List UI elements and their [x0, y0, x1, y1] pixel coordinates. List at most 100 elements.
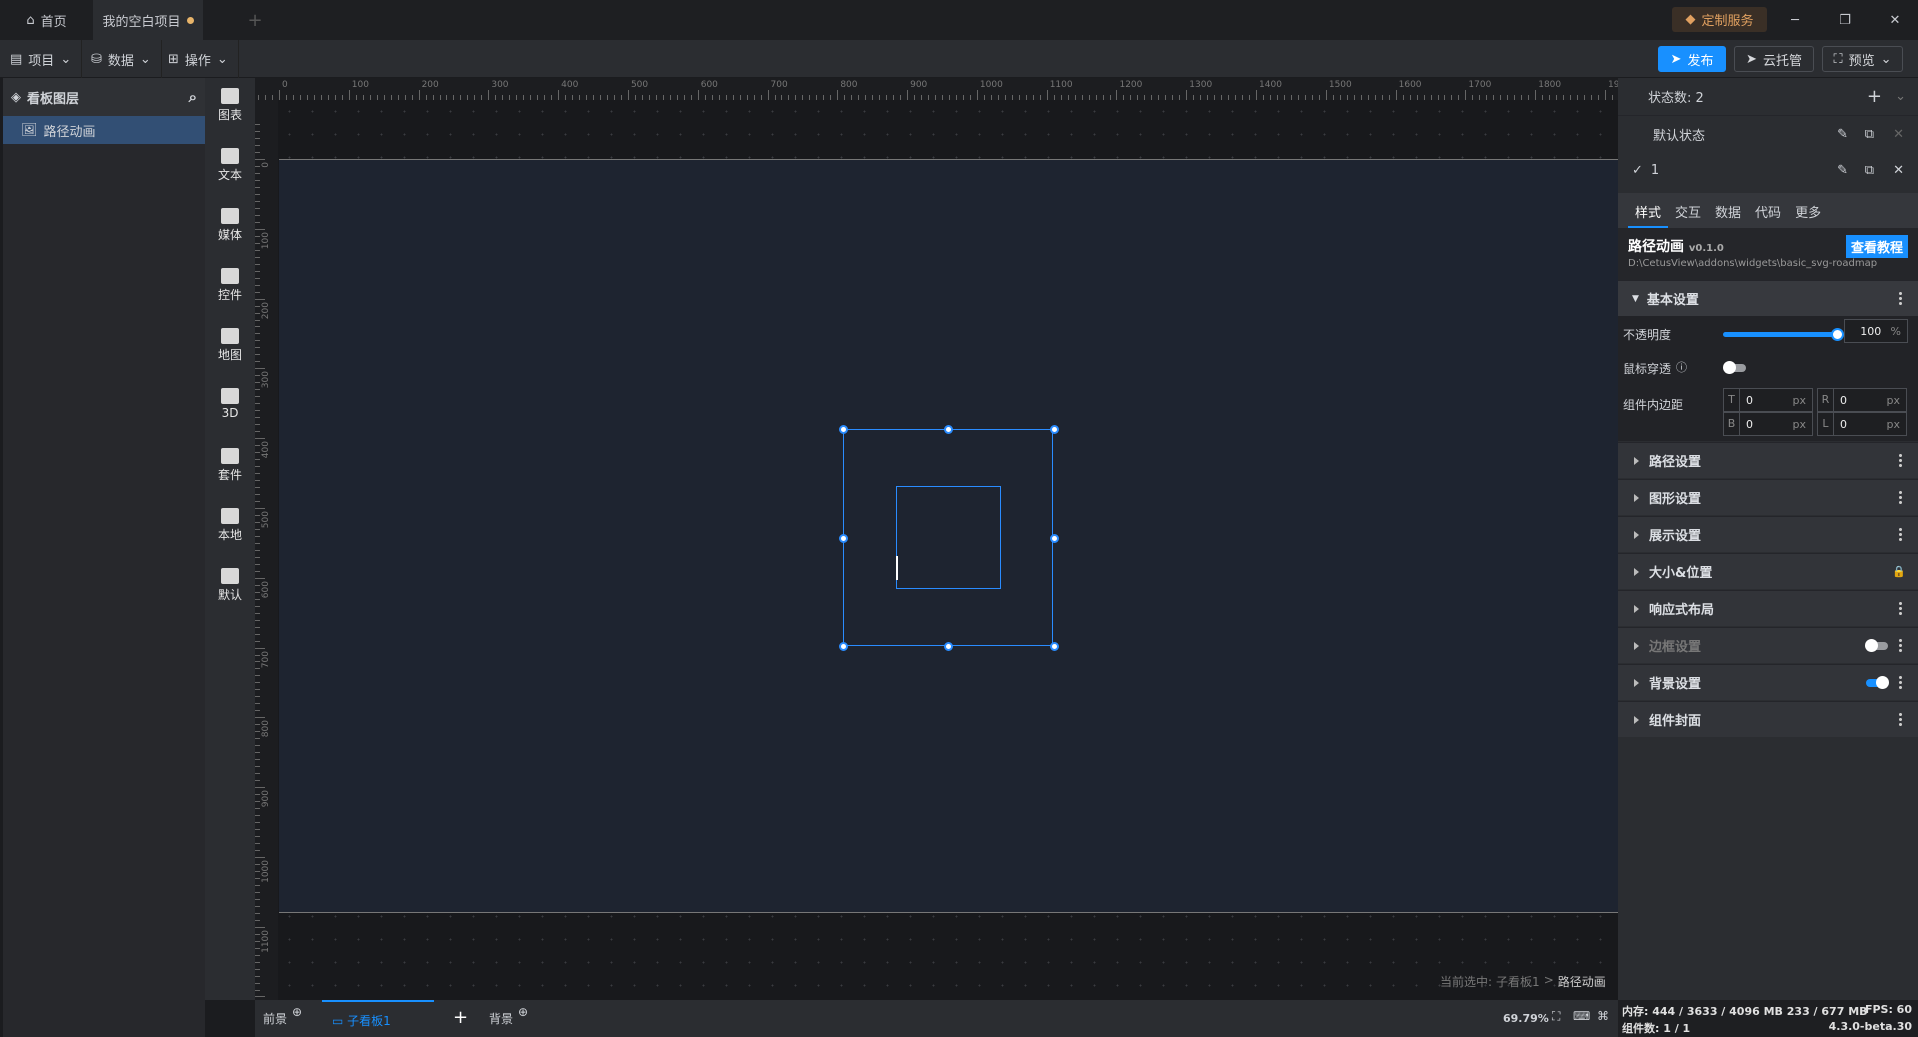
component-category[interactable]: 图表 — [205, 88, 255, 123]
breadcrumb-board[interactable]: 子看板1 — [1496, 973, 1540, 990]
more-icon[interactable] — [1899, 675, 1902, 690]
resize-handle[interactable] — [838, 533, 848, 543]
component-category[interactable]: 默认 — [205, 568, 255, 603]
section-header[interactable]: 展示设置 — [1618, 516, 1918, 552]
ruler-tick — [255, 919, 260, 921]
resize-handle[interactable] — [1049, 641, 1059, 651]
add-state-icon[interactable]: + — [1867, 86, 1882, 107]
tab-subboard[interactable]: ▭ 子看板1 — [322, 1000, 434, 1037]
resize-handle[interactable] — [1049, 424, 1059, 434]
fit-screen-icon[interactable]: ⛶ — [1552, 1009, 1560, 1024]
caret-right-icon — [1634, 493, 1639, 502]
section-header[interactable]: 路径设置 — [1618, 442, 1918, 478]
more-icon[interactable] — [1899, 291, 1902, 306]
state-1[interactable]: ✓ 1 ✎ ⧉ ✕ — [1618, 152, 1918, 188]
component-category[interactable]: 3D — [205, 388, 255, 420]
path-animation-widget[interactable] — [896, 486, 1001, 589]
ruler-label: 900 — [261, 790, 271, 808]
padding-top-input[interactable]: T 0 px — [1723, 388, 1813, 412]
add-circle-icon[interactable]: ⊕ — [518, 1005, 528, 1019]
section-header[interactable]: 大小&位置 🔒 — [1618, 553, 1918, 589]
component-category[interactable]: 文本 — [205, 148, 255, 183]
panel-tab[interactable]: 数据 — [1708, 193, 1748, 228]
resize-handle[interactable] — [838, 424, 848, 434]
opacity-input[interactable]: 100% — [1844, 319, 1908, 343]
component-category[interactable]: 控件 — [205, 268, 255, 303]
section-header[interactable]: 组件封面 — [1618, 701, 1918, 737]
panel-tab[interactable]: 代码 — [1748, 193, 1788, 228]
restore-button[interactable]: ❐ — [1830, 0, 1860, 40]
lock-icon[interactable]: 🔒 — [1892, 565, 1906, 578]
menu-ops[interactable]: ⊞ 操作 ⌄ — [158, 40, 239, 78]
section-toggle[interactable] — [1865, 639, 1888, 652]
ruler-tick — [255, 277, 260, 279]
section-header[interactable]: 背景设置 — [1618, 664, 1918, 700]
resize-handle[interactable] — [943, 641, 953, 651]
resize-handle[interactable] — [1049, 533, 1059, 543]
zoom-level[interactable]: 69.79% — [1503, 1012, 1549, 1025]
component-category[interactable]: 套件 — [205, 448, 255, 483]
minimize-button[interactable]: ─ — [1780, 0, 1810, 40]
layer-item[interactable]: 🖼 路径动画 — [3, 116, 205, 144]
more-icon[interactable] — [1899, 490, 1902, 505]
padding-right-input[interactable]: R 0 px — [1817, 388, 1907, 412]
layer-item-label: 路径动画 — [43, 124, 96, 140]
panel-tab[interactable]: 样式 — [1628, 193, 1669, 228]
search-icon[interactable]: ⌕ — [189, 88, 197, 106]
section-toggle[interactable] — [1866, 676, 1889, 689]
canvas[interactable] — [279, 159, 1619, 913]
add-circle-icon[interactable]: ⊕ — [292, 1005, 302, 1019]
selection-box[interactable] — [843, 429, 1053, 646]
mouse-through-toggle[interactable] — [1723, 361, 1746, 374]
more-icon[interactable] — [1899, 712, 1902, 727]
slider-thumb[interactable] — [1831, 328, 1844, 341]
add-board-button[interactable]: + — [453, 1007, 468, 1028]
ruler-tick — [255, 298, 265, 300]
section-header[interactable]: 响应式布局 — [1618, 590, 1918, 626]
tab-foreground[interactable]: 前景 ⊕ — [263, 1005, 302, 1027]
component-category[interactable]: 地图 — [205, 328, 255, 363]
delete-icon[interactable]: ✕ — [1893, 127, 1904, 142]
cloud-button[interactable]: ➤ 云托管 — [1734, 46, 1814, 72]
category-icon — [221, 88, 239, 104]
menu-project[interactable]: ▤ 项目 ⌄ — [0, 40, 83, 78]
tab-background[interactable]: 背景 ⊕ — [489, 1005, 528, 1027]
chevron-down-icon: ⌄ — [1880, 51, 1892, 67]
terminal-icon[interactable]: ⌘ — [1597, 1009, 1609, 1023]
help-icon[interactable]: ⓘ — [1676, 359, 1687, 375]
copy-icon[interactable]: ⧉ — [1865, 127, 1874, 142]
section-header[interactable]: 边框设置 — [1618, 627, 1918, 663]
more-icon[interactable] — [1899, 527, 1902, 542]
component-category[interactable]: 本地 — [205, 508, 255, 543]
padding-left-input[interactable]: L 0 px — [1817, 412, 1907, 436]
section-basic[interactable]: ▼ 基本设置 — [1618, 280, 1918, 316]
new-tab-button[interactable]: + — [240, 0, 270, 40]
section-header[interactable]: 图形设置 — [1618, 479, 1918, 515]
more-icon[interactable] — [1899, 601, 1902, 616]
preview-button[interactable]: ⛶ 预览 ⌄ — [1822, 46, 1903, 72]
edit-icon[interactable]: ✎ — [1837, 163, 1848, 178]
padding-bottom-input[interactable]: B 0 px — [1723, 412, 1813, 436]
keyboard-icon[interactable]: ⌨ — [1573, 1009, 1590, 1023]
resize-handle[interactable] — [943, 424, 953, 434]
menu-data[interactable]: ⛁ 数据 ⌄ — [81, 40, 162, 78]
resize-handle[interactable] — [838, 641, 848, 651]
tab-project[interactable]: 我的空白项目 — [93, 0, 203, 40]
chevron-down-icon[interactable]: ⌄ — [1895, 89, 1906, 104]
tutorial-button[interactable]: 查看教程 — [1845, 235, 1908, 258]
more-icon[interactable] — [1899, 638, 1902, 653]
close-window-button[interactable]: ✕ — [1880, 0, 1910, 40]
tab-home[interactable]: ⌂ 首页 — [0, 0, 93, 40]
publish-button[interactable]: ➤ 发布 — [1658, 46, 1726, 72]
delete-icon[interactable]: ✕ — [1893, 163, 1904, 178]
panel-tab[interactable]: 更多 — [1788, 193, 1828, 228]
copy-icon[interactable]: ⧉ — [1865, 163, 1874, 178]
state-default[interactable]: 默认状态 ✎ ⧉ ✕ — [1618, 116, 1918, 152]
opacity-slider[interactable] — [1723, 328, 1844, 341]
custom-service-button[interactable]: ◆ 定制服务 — [1672, 7, 1767, 32]
edit-icon[interactable]: ✎ — [1837, 127, 1848, 142]
panel-tab[interactable]: 交互 — [1668, 193, 1708, 228]
component-category[interactable]: 媒体 — [205, 208, 255, 243]
more-icon[interactable] — [1899, 453, 1902, 468]
ruler-tick — [255, 633, 260, 635]
